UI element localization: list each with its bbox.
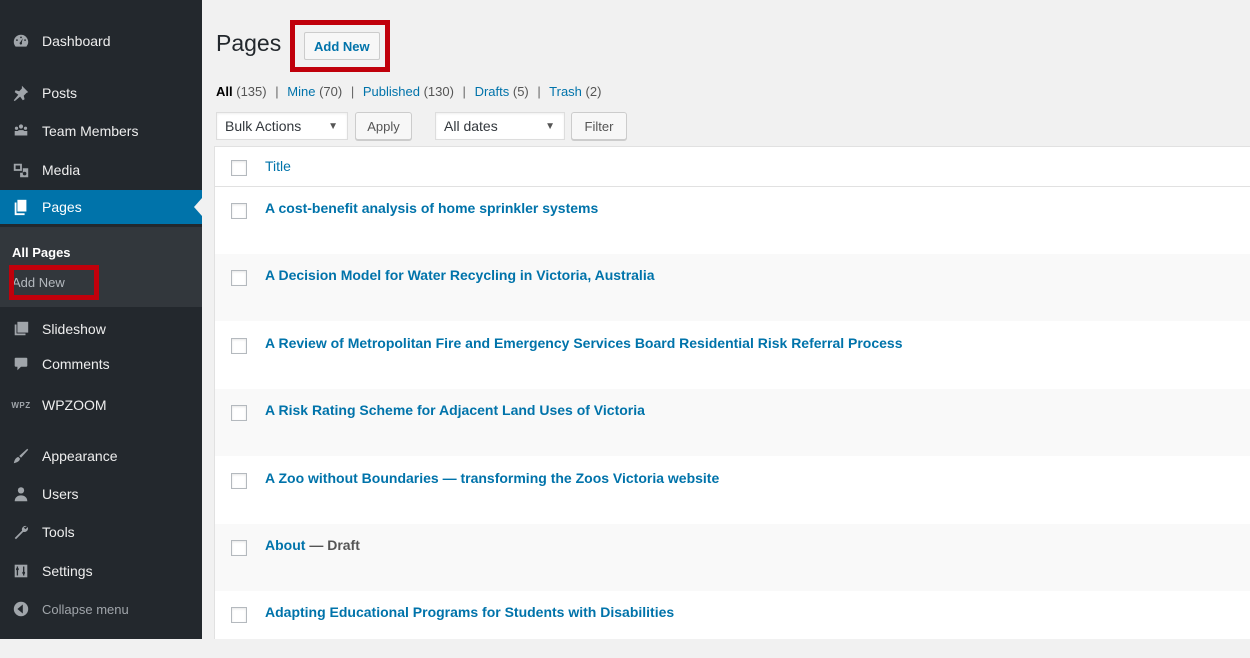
bulk-actions-value: Bulk Actions [225,118,302,134]
date-filter-select[interactable]: All dates ▼ [435,112,565,140]
wrench-icon [11,522,31,542]
row-title-link[interactable]: A Zoo without Boundaries — transforming … [265,470,719,486]
filter-all[interactable]: All [216,84,233,99]
sidebar-item-tools[interactable]: Tools [0,515,202,549]
sidebar-item-posts[interactable]: Posts [0,76,202,110]
separator: | [275,84,279,99]
filter-mine-count: (70) [319,84,343,99]
media-icon [11,160,31,180]
sidebar-item-label: WPZOOM [42,397,107,413]
status-filter-links: All (135) | Mine (70) | Published (130) … [216,84,601,99]
row-checkbox[interactable] [231,405,247,421]
separator: | [462,84,466,99]
dropdown-caret-icon: ▼ [545,121,555,132]
sidebar-item-label: Slideshow [42,321,106,337]
row-checkbox[interactable] [231,338,247,354]
page-title: Pages [216,30,282,56]
row-checkbox[interactable] [231,203,247,219]
sidebar-item-pages[interactable]: Pages [0,190,202,224]
sidebar-item-label: Users [42,486,79,502]
sidebar-item-appearance[interactable]: Appearance [0,439,202,473]
row-title-link[interactable]: A Review of Metropolitan Fire and Emerge… [265,335,903,351]
filter-published-count: (130) [423,84,454,99]
pages-icon [11,197,31,217]
table-row: Adapting Educational Programs for Studen… [215,591,1250,658]
sidebar-item-label: Pages [42,199,82,215]
filter-trash[interactable]: Trash [549,84,582,99]
table-row: A cost-benefit analysis of home sprinkle… [215,187,1250,254]
filter-all-count: (135) [236,84,267,99]
filter-drafts-count: (5) [512,84,529,99]
sidebar-item-label: Appearance [42,448,118,464]
table-row: About — Draft [215,524,1250,591]
main-content: Pages Add New All (135) | Mine (70) | Pu… [202,0,1250,639]
sidebar-item-slideshow[interactable]: Slideshow [0,312,202,346]
dropdown-caret-icon: ▼ [328,121,338,132]
row-checkbox[interactable] [231,607,247,623]
row-title-link[interactable]: A Risk Rating Scheme for Adjacent Land U… [265,402,645,418]
apply-button[interactable]: Apply [355,112,412,140]
highlight-annotation-box [290,20,390,72]
table-row: A Zoo without Boundaries — transforming … [215,457,1250,524]
admin-sidebar: Dashboard Posts Team Members Media Pages… [0,0,202,639]
slideshow-icon [11,319,31,339]
row-title-link[interactable]: About — Draft [265,537,360,553]
collapse-arrow-icon [11,599,31,619]
sidebar-item-team-members[interactable]: Team Members [0,114,202,148]
sidebar-item-wpzoom[interactable]: WPZ WPZOOM [0,388,202,422]
group-icon [11,121,31,141]
table-header: Title [215,147,1250,187]
select-all-checkbox[interactable] [231,160,247,176]
collapse-menu-label: Collapse menu [42,601,129,617]
pushpin-icon [11,83,31,103]
filter-mine[interactable]: Mine [287,84,315,99]
sidebar-item-label: Posts [42,85,78,101]
filter-button[interactable]: Filter [571,112,627,140]
row-checkbox[interactable] [231,270,247,286]
settings-icon [11,561,31,581]
pages-table: Title A cost-benefit analysis of home sp… [214,146,1250,639]
highlight-annotation-box [9,265,99,300]
separator: | [537,84,541,99]
date-filter-value: All dates [444,118,498,134]
sidebar-item-label: Team Members [42,123,139,139]
sidebar-item-label: Tools [42,524,75,540]
row-post-state: — Draft [305,537,360,553]
filter-drafts[interactable]: Drafts [475,84,510,99]
sidebar-item-media[interactable]: Media [0,153,202,187]
row-title-link[interactable]: Adapting Educational Programs for Studen… [265,604,674,620]
table-row: A Decision Model for Water Recycling in … [215,254,1250,321]
row-checkbox[interactable] [231,473,247,489]
sidebar-item-settings[interactable]: Settings [0,554,202,588]
comment-icon [11,354,31,374]
sidebar-item-label: Dashboard [42,33,111,49]
filter-trash-count: (2) [585,84,602,99]
bulk-actions-select[interactable]: Bulk Actions ▼ [216,112,348,140]
sidebar-item-label: Comments [42,356,110,372]
dashboard-icon [11,31,31,51]
separator: | [350,84,355,99]
sidebar-item-users[interactable]: Users [0,477,202,511]
brush-icon [11,446,31,466]
wpzoom-logo: WPZ [11,400,31,410]
sidebar-item-comments[interactable]: Comments [0,347,202,381]
filter-published[interactable]: Published [363,84,420,99]
row-checkbox[interactable] [231,540,247,556]
sidebar-item-label: Settings [42,563,93,579]
table-row: A Risk Rating Scheme for Adjacent Land U… [215,389,1250,456]
sidebar-item-label: Media [42,162,81,178]
collapse-menu-button[interactable]: Collapse menu [0,592,202,626]
table-row: A Review of Metropolitan Fire and Emerge… [215,322,1250,389]
column-title-header[interactable]: Title [265,158,291,174]
submenu-all-pages[interactable]: All Pages [12,245,71,260]
row-title-link[interactable]: A Decision Model for Water Recycling in … [265,267,655,283]
sidebar-item-dashboard[interactable]: Dashboard [0,24,202,58]
row-title-link[interactable]: A cost-benefit analysis of home sprinkle… [265,200,598,216]
users-icon [11,484,31,504]
